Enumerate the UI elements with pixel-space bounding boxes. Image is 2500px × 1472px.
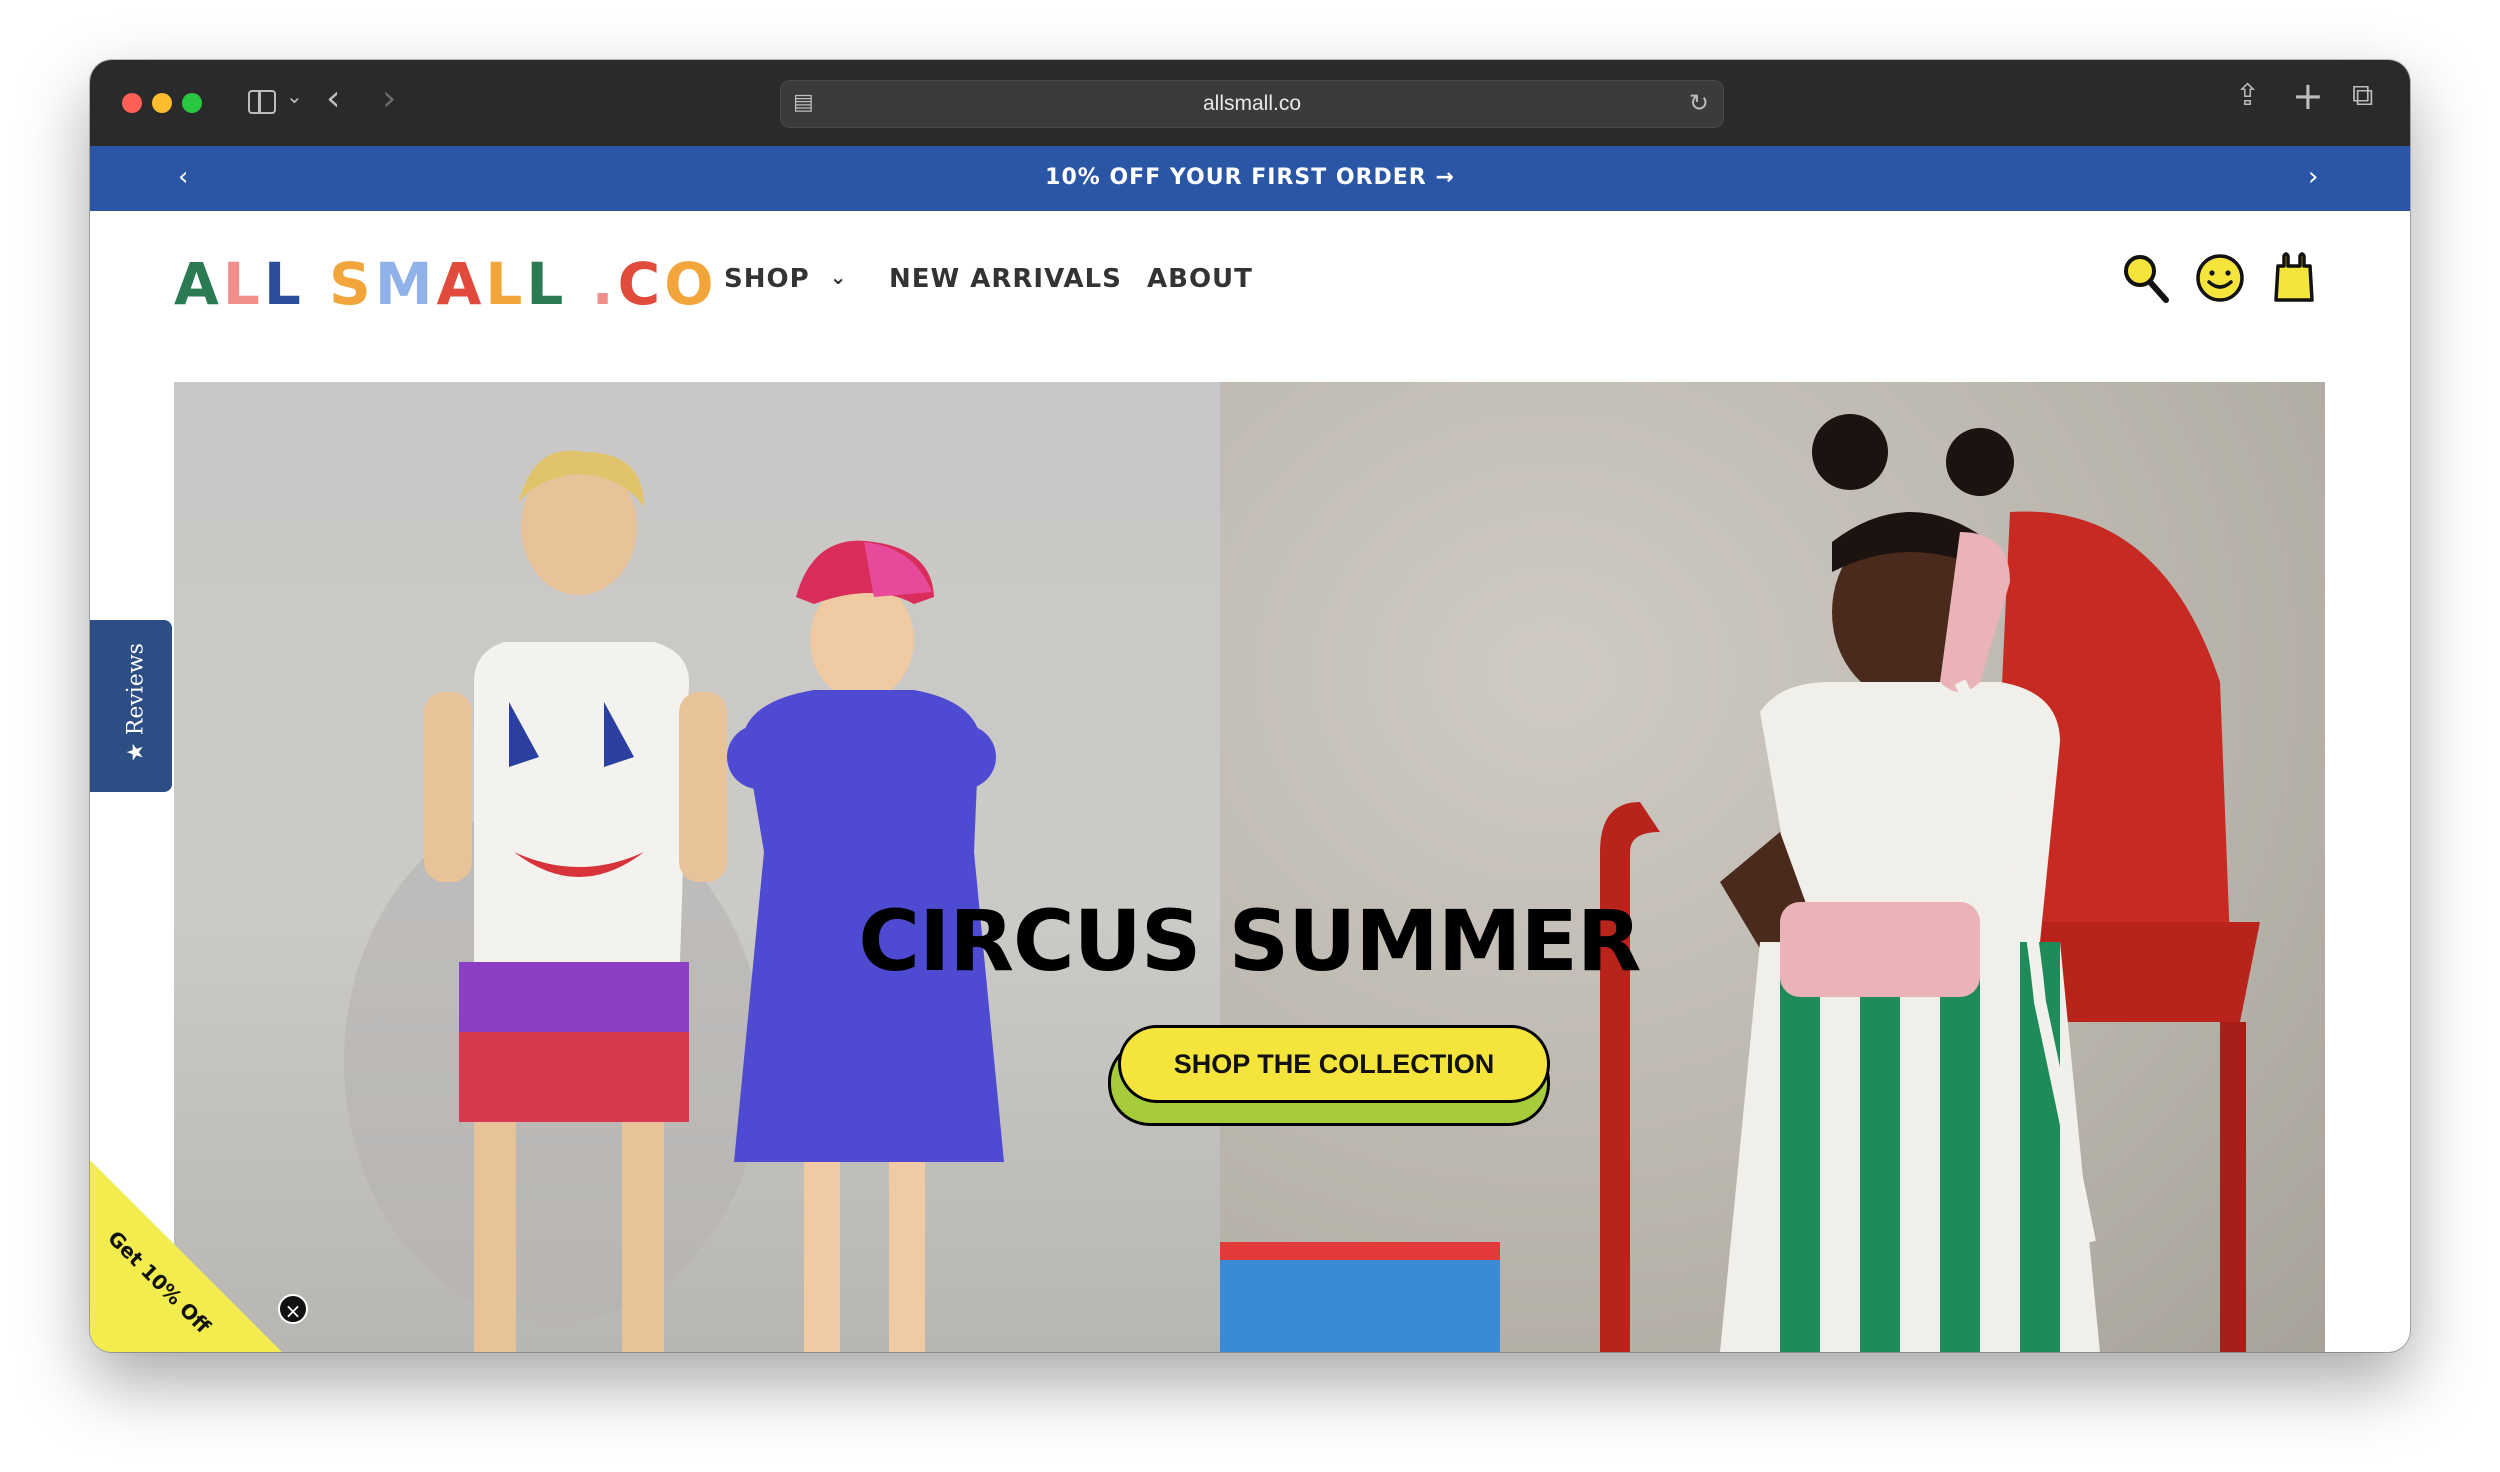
address-bar[interactable]: ▤ allsmall.co ↻ bbox=[780, 80, 1724, 128]
chevron-down-icon: ⌄ bbox=[829, 265, 848, 289]
chevron-down-icon[interactable]: ⌄ bbox=[286, 84, 303, 108]
kids-photo bbox=[344, 450, 1004, 1352]
announcement-next-icon[interactable]: › bbox=[2308, 162, 2318, 192]
logo-letter bbox=[567, 250, 591, 318]
url-text[interactable]: allsmall.co bbox=[781, 92, 1723, 116]
logo-letter: . bbox=[591, 250, 618, 318]
logo-letter: M bbox=[374, 250, 437, 318]
hero-banner[interactable]: CIRCUS SUMMER SHOP THE COLLECTION bbox=[174, 382, 2325, 1352]
nav-about[interactable]: ABOUT bbox=[1147, 264, 1253, 294]
logo-letter: A bbox=[174, 250, 223, 318]
tab-overview-icon[interactable]: ⧉ bbox=[2352, 78, 2373, 113]
back-icon[interactable]: ‹ bbox=[326, 78, 340, 119]
bag-icon[interactable] bbox=[2268, 250, 2320, 306]
nav-shop[interactable]: SHOP ⌄ bbox=[724, 264, 847, 294]
minimize-window-button[interactable] bbox=[152, 93, 172, 113]
share-icon[interactable]: ⇪ bbox=[2235, 78, 2260, 113]
logo-letter: O bbox=[664, 250, 718, 318]
logo-letter: A bbox=[436, 250, 486, 318]
logo-letter: L bbox=[263, 250, 305, 318]
hero-image-right bbox=[1220, 382, 2325, 1352]
reviews-tab-label: ★ Reviews bbox=[123, 643, 149, 762]
reload-icon[interactable]: ↻ bbox=[1689, 89, 1709, 117]
logo-letter: L bbox=[485, 250, 527, 318]
nav-new-arrivals[interactable]: NEW ARRIVALS bbox=[889, 264, 1122, 294]
close-window-button[interactable] bbox=[122, 93, 142, 113]
search-icon[interactable] bbox=[2120, 250, 2172, 306]
nav-shop-label: SHOP bbox=[724, 264, 810, 294]
maximize-window-button[interactable] bbox=[182, 93, 202, 113]
reviews-tab[interactable]: ★ Reviews bbox=[90, 620, 172, 792]
announcement-link[interactable]: 10% OFF YOUR FIRST ORDER → bbox=[90, 165, 2410, 190]
logo-letter: C bbox=[617, 250, 665, 318]
hero-title: CIRCUS SUMMER bbox=[858, 892, 1641, 990]
promo-corner-widget[interactable]: Get 10% Off bbox=[90, 1160, 290, 1352]
site-logo[interactable]: ALL SMALL .CO bbox=[174, 250, 718, 318]
shop-collection-button[interactable]: SHOP THE COLLECTION bbox=[1118, 1025, 1550, 1103]
logo-letter: S bbox=[329, 250, 375, 318]
browser-window: ⌄ ‹ › ▤ allsmall.co ↻ ⇪ + ⧉ ‹ 10% OFF YO… bbox=[90, 60, 2410, 1352]
logo-letter: L bbox=[526, 250, 568, 318]
sidebar-toggle-icon[interactable] bbox=[248, 90, 276, 114]
girl-photo bbox=[1220, 414, 2260, 1352]
promo-close-icon[interactable]: × bbox=[278, 1294, 308, 1324]
browser-toolbar: ⌄ ‹ › ▤ allsmall.co ↻ ⇪ + ⧉ bbox=[90, 60, 2410, 146]
announcement-bar: ‹ 10% OFF YOUR FIRST ORDER → › bbox=[90, 146, 2410, 211]
logo-letter bbox=[305, 250, 329, 318]
hero-image-left bbox=[174, 382, 1220, 1352]
smiley-icon[interactable] bbox=[2194, 250, 2246, 306]
forward-icon[interactable]: › bbox=[382, 78, 396, 119]
new-tab-icon[interactable]: + bbox=[2292, 74, 2324, 118]
logo-letter: L bbox=[222, 250, 264, 318]
